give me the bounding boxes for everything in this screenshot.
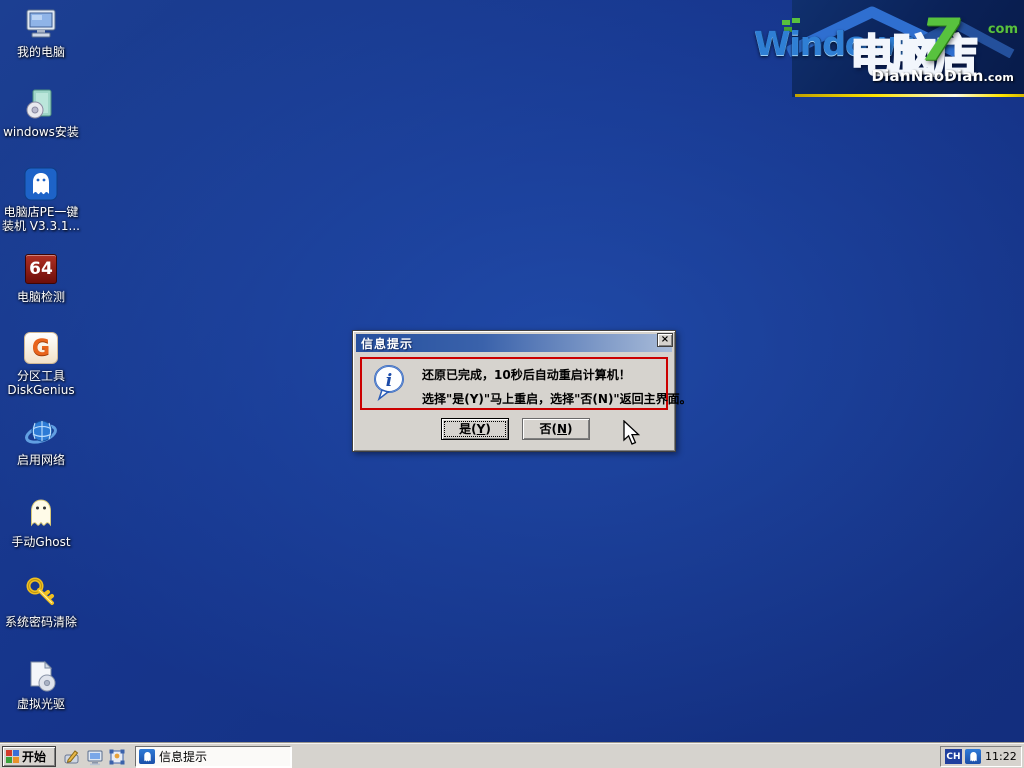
desktop-icon-pe-one-key[interactable]: 电脑店PE一键 装机 V3.3.1... xyxy=(0,166,82,233)
taskbar-task-info-prompt[interactable]: 信息提示 xyxy=(135,746,291,767)
ghost-icon xyxy=(23,496,59,532)
task-label: 信息提示 xyxy=(159,748,207,765)
desktop-icon-label: 分区工具 xyxy=(0,369,82,383)
show-desktop-icon[interactable] xyxy=(62,747,81,766)
ghost-tray-icon[interactable] xyxy=(965,749,981,764)
desktop-icon-label: 虚拟光驱 xyxy=(0,697,82,711)
brand-logo: Windows 电脑店 7 com DianNaoDian.com xyxy=(792,0,1024,97)
brand-site-text: DianNaoDian.com xyxy=(872,67,1015,85)
desktop-icon-label: 电脑店PE一键 xyxy=(0,205,82,219)
clock[interactable]: 11:22 xyxy=(985,750,1017,763)
desktop: { "desktop": { "icons": [ { "name": "my-… xyxy=(0,0,1024,768)
diskgenius-icon: G xyxy=(23,330,59,366)
focus-rect xyxy=(444,421,506,437)
desktop-icon-manual-ghost[interactable]: 手动Ghost xyxy=(0,496,82,549)
ghost-app-icon xyxy=(23,166,59,202)
desktop-icon-label: 系统密码清除 xyxy=(0,615,82,629)
yes-button[interactable]: 是(Y) xyxy=(441,418,509,440)
system-tray: CH 11:22 xyxy=(940,746,1022,767)
start-icon xyxy=(6,750,19,763)
no-button[interactable]: 否(N) xyxy=(522,418,590,440)
virtual-drive-icon xyxy=(23,658,59,694)
desktop-icon-password-clear[interactable]: 系统密码清除 xyxy=(0,576,82,629)
close-icon[interactable]: × xyxy=(657,333,673,347)
brand-com-text: com xyxy=(988,22,1018,37)
dialog-title: 信息提示 xyxy=(361,335,413,352)
desktop-icon-computer-test[interactable]: 64 电脑检测 xyxy=(0,251,82,304)
start-label: 开始 xyxy=(22,748,46,765)
desktop-icon-windows-install[interactable]: windows安装 xyxy=(0,86,82,139)
desktop-icon-label: windows安装 xyxy=(0,125,82,139)
info-icon: i xyxy=(372,363,408,407)
desktop-icon-virtual-cdrom[interactable]: 虚拟光驱 xyxy=(0,658,82,711)
desktop-icon-label-line2: 装机 V3.3.1... xyxy=(0,219,82,233)
svg-text:i: i xyxy=(386,371,392,391)
ime-indicator[interactable]: CH xyxy=(945,749,962,764)
desktop-icon-label-line2: DiskGenius xyxy=(0,383,82,397)
display-icon[interactable] xyxy=(85,747,104,766)
desktop-icon-label: 手动Ghost xyxy=(0,535,82,549)
dialog-titlebar[interactable]: 信息提示 xyxy=(356,334,672,352)
dialog-message-line2: 选择"是(Y)"马上重启，选择"否(N)"返回主界面。 xyxy=(422,390,692,407)
start-button[interactable]: 开始 xyxy=(2,746,56,767)
taskbar: 开始 信息提示 CH xyxy=(0,743,1024,768)
desktop-preview-icon[interactable] xyxy=(107,747,126,766)
desktop-icon-diskgenius[interactable]: G 分区工具 DiskGenius xyxy=(0,330,82,397)
dialog-message-line1: 还原已完成，10秒后自动重启计算机！ xyxy=(422,366,631,383)
installer-box-icon xyxy=(23,86,59,122)
desktop-icon-label: 我的电脑 xyxy=(0,45,82,59)
mouse-cursor xyxy=(622,420,644,450)
brand-seven-text: 7 xyxy=(920,6,960,74)
desktop-icon-my-computer[interactable]: 我的电脑 xyxy=(0,6,82,59)
key-icon xyxy=(23,576,59,612)
desktop-icon-label: 启用网络 xyxy=(0,453,82,467)
dialog-message-area: i 还原已完成，10秒后自动重启计算机！ 选择"是(Y)"马上重启，选择"否(N… xyxy=(360,357,668,410)
test-64-icon: 64 xyxy=(23,251,59,287)
my-computer-icon xyxy=(23,6,59,42)
network-globe-icon xyxy=(23,414,59,450)
desktop-icon-label: 电脑检测 xyxy=(0,290,82,304)
desktop-icon-enable-network[interactable]: 启用网络 xyxy=(0,414,82,467)
ghost-task-icon xyxy=(139,749,155,764)
